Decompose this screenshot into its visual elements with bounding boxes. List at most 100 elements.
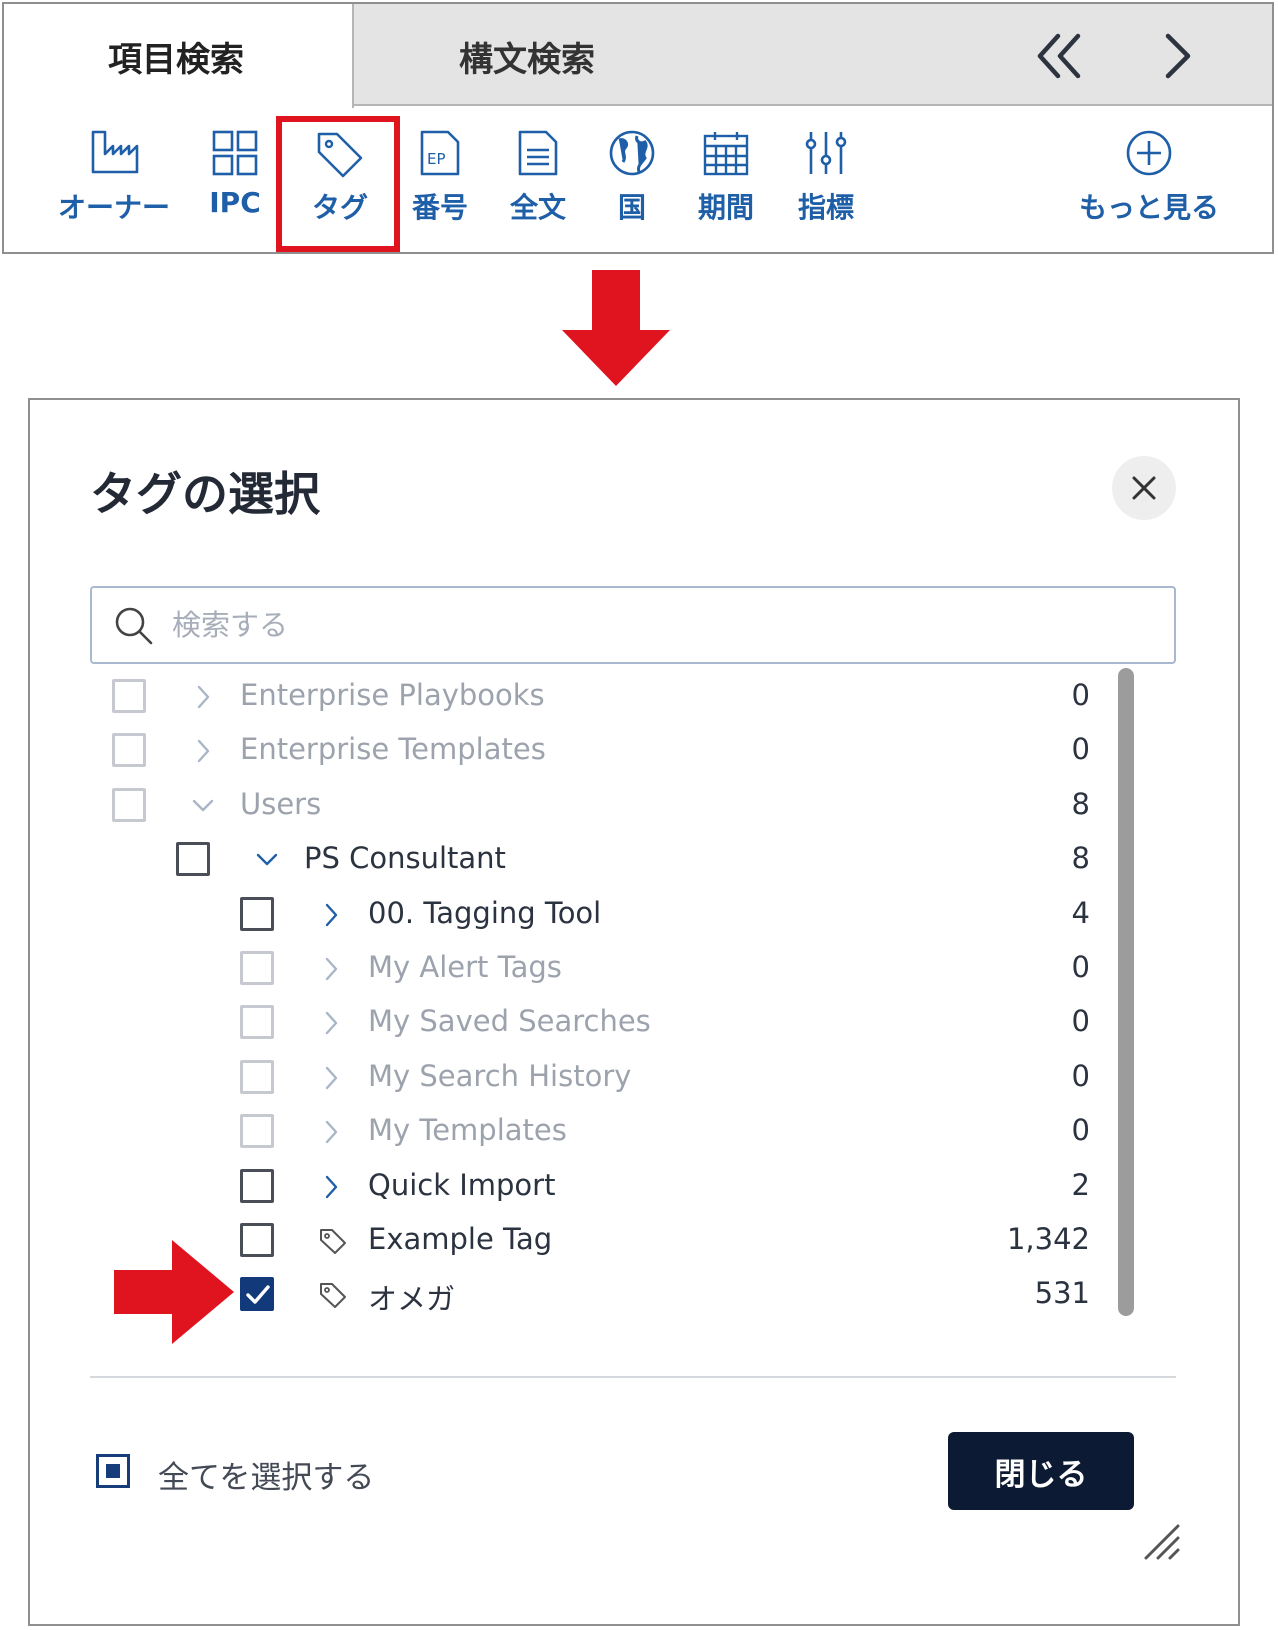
tree-row-label[interactable]: オメガ (368, 1276, 455, 1318)
chevron-right-icon[interactable] (318, 954, 344, 984)
calendar-icon (703, 132, 749, 176)
checkbox[interactable] (176, 842, 210, 877)
chevron-right-icon[interactable] (318, 900, 344, 930)
right-arrow-indicator (110, 1238, 240, 1346)
tree-row[interactable]: My Alert Tags 0 (30, 942, 1150, 998)
tree-row-count: 1,342 (1006, 1222, 1090, 1256)
tab-item-search-label[interactable]: 項目検索 (108, 32, 244, 81)
tree-row-count: 0 (1071, 678, 1090, 712)
checkbox-checked[interactable] (240, 1277, 274, 1312)
toolbar-owner-label: オーナー (57, 191, 170, 224)
toolbar-number-label: 番号 (411, 191, 468, 224)
tree-row-label[interactable]: My Templates (368, 1113, 567, 1147)
toolbar-country[interactable]: 国 (600, 128, 664, 238)
tree-row[interactable]: 00. Tagging Tool 4 (30, 888, 1150, 944)
tree-row[interactable]: My Search History 0 (30, 1051, 1150, 1107)
toolbar-period[interactable]: 期間 (688, 128, 764, 238)
tree-row-count: 4 (1071, 895, 1090, 930)
document-text-icon (518, 130, 558, 176)
tree-row-label[interactable]: Enterprise Templates (240, 732, 546, 766)
toolbar-period-label: 期間 (697, 191, 754, 224)
tree-row[interactable]: Quick Import 2 (30, 1160, 1150, 1216)
toolbar-ipc[interactable]: IPC (200, 128, 270, 238)
chevron-right-icon[interactable] (190, 736, 216, 766)
close-button[interactable]: 閉じる (948, 1432, 1134, 1510)
chevron-right-icon[interactable] (318, 1117, 344, 1147)
search-toolbar-panel: 項目検索 構文検索 オーナー IPC タグ EP 番号 全文 国 期間 指標 も (2, 2, 1274, 254)
resize-handle-icon[interactable] (1140, 1520, 1182, 1562)
toolbar-indicator-label: 指標 (797, 191, 854, 224)
tree-row-label[interactable]: Quick Import (368, 1168, 555, 1202)
tree-row-label[interactable]: My Saved Searches (368, 1004, 651, 1038)
tab-syntax-search-label[interactable]: 構文検索 (459, 32, 595, 81)
toolbar-more[interactable]: もっと見る (1064, 128, 1234, 238)
tag-icon (320, 1283, 346, 1309)
grid-icon (212, 130, 258, 176)
search-input[interactable] (172, 600, 1072, 650)
tree-row-count: 0 (1071, 732, 1090, 767)
toolbar-ipc-label: IPC (209, 186, 261, 219)
tree-row[interactable]: Enterprise Templates 0 (30, 724, 1150, 780)
double-chevron-left-icon[interactable] (1034, 24, 1094, 88)
checkbox[interactable] (240, 1223, 274, 1257)
chevron-right-icon[interactable] (1154, 24, 1204, 88)
down-arrow-indicator (560, 266, 672, 390)
svg-text:EP: EP (427, 150, 446, 168)
plus-circle-icon (1126, 130, 1172, 176)
toolbar-country-label: 国 (617, 191, 646, 224)
tree-row-label[interactable]: Enterprise Playbooks (240, 678, 545, 712)
tree-row-label[interactable]: My Alert Tags (368, 950, 562, 984)
tree-row-count: 531 (1034, 1276, 1090, 1311)
toolbar-fulltext[interactable]: 全文 (502, 128, 574, 238)
select-all-label[interactable]: 全てを選択する (158, 1452, 374, 1497)
scrollbar-thumb[interactable] (1118, 668, 1134, 1316)
toolbar-owner[interactable]: オーナー (54, 128, 174, 238)
tree-row[interactable]: PS Consultant 8 (30, 833, 1150, 889)
close-dialog-button[interactable] (1112, 456, 1176, 520)
tree-row-count: 8 (1071, 841, 1090, 876)
tree-row-label[interactable]: Users (240, 787, 321, 821)
checkbox[interactable] (240, 1005, 274, 1040)
checkbox[interactable] (112, 679, 146, 713)
select-all-checkbox[interactable] (96, 1454, 130, 1488)
checkbox[interactable] (112, 733, 146, 768)
chevron-right-icon[interactable] (318, 1063, 344, 1093)
toolbar-more-label: もっと見る (1078, 191, 1219, 224)
tree-row-count: 0 (1071, 1004, 1090, 1039)
tree-row-label[interactable]: Example Tag (368, 1222, 552, 1256)
tree-row[interactable]: My Saved Searches 0 (30, 996, 1150, 1052)
checkbox[interactable] (240, 951, 274, 985)
tree-row-label[interactable]: 00. Tagging Tool (368, 896, 601, 930)
chevron-down-icon[interactable] (254, 845, 280, 875)
sliders-icon (805, 132, 847, 174)
tree-row[interactable]: Users 8 (30, 779, 1150, 835)
checkbox[interactable] (240, 1114, 274, 1149)
footer-divider (90, 1376, 1176, 1378)
ep-document-icon: EP (420, 130, 460, 176)
toolbar-fulltext-label: 全文 (509, 191, 566, 224)
toolbar-number[interactable]: EP 番号 (404, 128, 476, 238)
tree-row-count: 0 (1071, 1113, 1090, 1148)
tree-row-count: 0 (1071, 1058, 1090, 1093)
checkbox[interactable] (240, 1059, 274, 1094)
tag-search-box[interactable] (90, 586, 1176, 664)
tree-row-label[interactable]: PS Consultant (304, 841, 506, 875)
dialog-title: タグの選択 (90, 467, 320, 521)
close-icon (1132, 476, 1156, 500)
select-all-indeterminate-mark (106, 1464, 120, 1478)
factory-icon (91, 130, 139, 174)
chevron-right-icon[interactable] (190, 682, 216, 712)
toolbar-indicator[interactable]: 指標 (788, 128, 864, 238)
checkbox[interactable] (112, 787, 146, 822)
chevron-right-icon[interactable] (318, 1008, 344, 1038)
globe-icon (609, 130, 655, 176)
checkbox[interactable] (240, 1168, 274, 1203)
chevron-down-icon[interactable] (190, 791, 216, 821)
checkbox[interactable] (240, 896, 274, 931)
chevron-right-icon[interactable] (318, 1172, 344, 1202)
tree-row[interactable]: Enterprise Playbooks 0 (30, 670, 1150, 726)
checkmark-icon (246, 1285, 270, 1305)
tree-row-count: 8 (1071, 786, 1090, 821)
tree-row-label[interactable]: My Search History (368, 1059, 631, 1093)
tree-row[interactable]: My Templates 0 (30, 1105, 1150, 1161)
